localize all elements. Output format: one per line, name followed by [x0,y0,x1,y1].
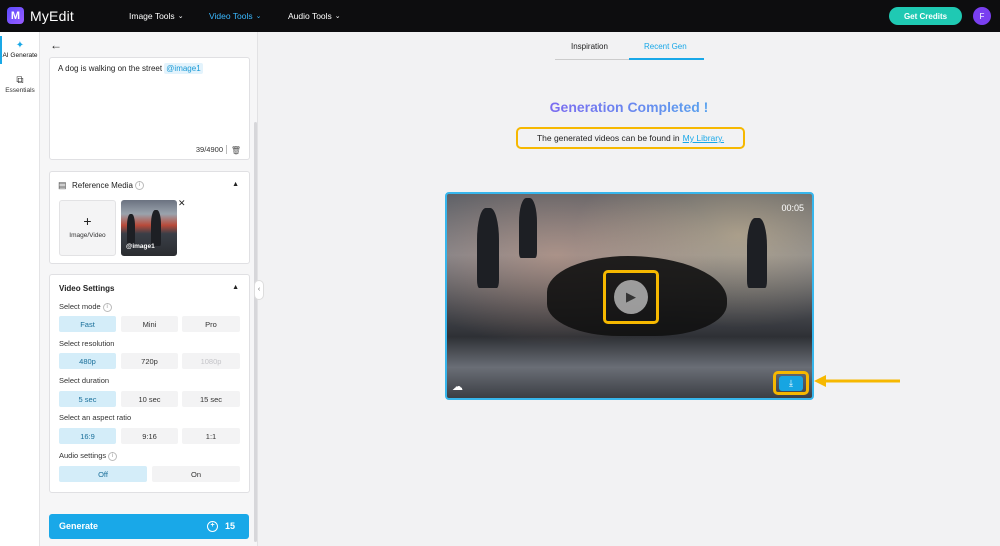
chevron-down-icon: ⌄ [177,13,184,20]
prompt-text: A dog is walking on the street @image1 [58,63,203,74]
rail-item-essentials[interactable]: ⧉ Essentials [0,75,40,94]
active-tab-indicator [629,58,704,60]
divider [226,145,227,154]
person-silhouette [151,210,161,246]
generated-video-player[interactable]: 00:05 ▶ ☁ ⤓ [445,192,814,400]
collapse-panel-handle[interactable]: ‹ [254,280,264,300]
image-icon: ▤ [58,180,67,190]
credit-coin-icon: + [207,521,218,532]
reference-thumbnail[interactable]: @image1 [121,200,177,256]
select-aspect-ratio-label: Select an aspect ratio [59,413,132,422]
download-icon[interactable]: ⤓ [779,376,803,391]
collapse-caret-icon[interactable]: ▲ [232,181,239,188]
video-settings-card: Video Settings ▲ Select mode i Fast Mini … [49,274,250,493]
page-title: Generation Completed ! [0,99,1000,115]
mode-pro[interactable]: Pro [182,316,240,332]
prompt-text-body: A dog is walking on the street [58,64,165,73]
chevron-down-icon: ⌄ [334,13,341,20]
ratio-16-9[interactable]: 16:9 [59,428,116,444]
person-silhouette [477,208,499,288]
info-icon[interactable]: i [108,451,118,461]
select-mode-label-text: Select mode [59,302,101,311]
generate-cost: 15 [225,521,236,531]
reference-media-card: ▤ Reference Media i ▲ + Image/Video @imag… [49,171,250,264]
duration-5-sec[interactable]: 5 sec [59,391,116,407]
video-duration: 00:05 [781,203,804,213]
tab-recent-gen[interactable]: Recent Gen [644,42,687,51]
reference-media-title: Reference Media i [72,181,144,191]
top-bar: M MyEdit Image Tools ⌄ Video Tools ⌄ Aud… [0,0,1000,32]
select-duration-label: Select duration [59,376,110,385]
cloud-check-icon[interactable]: ☁ [452,380,463,393]
person-silhouette [127,214,135,244]
nav-video-tools-label: Video Tools [209,11,253,21]
audio-settings-label: Audio settings i [59,451,118,461]
back-arrow-icon[interactable]: ← [50,38,62,52]
resolution-720p[interactable]: 720p [121,353,178,369]
upload-media-label: Image/Video [69,232,106,239]
result-tabs: Inspiration Recent Gen [555,38,704,60]
reference-media-title-text: Reference Media [72,181,133,190]
squares-icon: ⧉ [16,75,24,86]
pointer-arrow-icon [814,375,900,387]
resolution-480p[interactable]: 480p [59,353,116,369]
get-credits-button[interactable]: Get Credits [889,7,962,25]
download-highlight: ⤓ [773,371,809,395]
duration-10-sec[interactable]: 10 sec [121,391,178,407]
generate-button[interactable]: Generate + 15 [49,514,249,539]
ratio-9-16[interactable]: 9:16 [121,428,178,444]
duration-15-sec[interactable]: 15 sec [182,391,240,407]
nav-video-tools[interactable]: Video Tools ⌄ [209,11,262,21]
generate-label: Generate [59,521,99,531]
brand-name[interactable]: MyEdit [30,8,74,24]
nav-image-tools-label: Image Tools [129,11,175,21]
audio-off[interactable]: Off [59,466,147,482]
rail-item-label: AI Generate [2,52,38,59]
panel-scrollbar[interactable] [254,122,257,542]
person-silhouette [747,218,767,288]
chevron-down-icon: ⌄ [255,13,262,20]
trash-icon[interactable]: 🗑 [231,146,241,155]
resolution-1080p: 1080p [182,353,240,369]
mode-mini[interactable]: Mini [121,316,178,332]
play-icon[interactable]: ▶ [614,280,648,314]
plus-icon: + [83,213,92,229]
notice-text: The generated videos can be found in [536,133,680,143]
nav-audio-tools-label: Audio Tools [288,11,332,21]
info-icon[interactable]: i [134,181,144,191]
upload-media-button[interactable]: + Image/Video [59,200,116,256]
select-resolution-label: Select resolution [59,339,115,348]
prompt-image-tag[interactable]: @image1 [164,63,203,74]
collapse-caret-icon[interactable]: ▲ [232,284,239,291]
person-silhouette [519,198,537,258]
library-notice: The generated videos can be found in My … [516,127,745,149]
mode-fast[interactable]: Fast [59,316,116,332]
rail-item-label: Essentials [5,87,35,94]
character-counter: 39/4900 [195,145,223,154]
ratio-1-1[interactable]: 1:1 [182,428,240,444]
play-highlight: ▶ [603,270,659,324]
thumbnail-tag: @image1 [126,243,155,250]
avatar[interactable]: F [973,7,991,25]
rail-item-ai-generate[interactable]: ✦ AI Generate [0,36,40,64]
nav-audio-tools[interactable]: Audio Tools ⌄ [288,11,341,21]
myedit-logo-icon[interactable]: M [7,7,24,24]
my-library-link[interactable]: My Library. [683,133,724,143]
tab-inspiration[interactable]: Inspiration [571,42,608,51]
select-mode-label: Select mode i [59,302,112,312]
info-icon[interactable]: i [102,302,112,312]
nav-image-tools[interactable]: Image Tools ⌄ [129,11,184,21]
magic-wand-icon: ✦ [15,40,25,51]
audio-on[interactable]: On [152,466,240,482]
generation-completed-heading: Generation Completed ! [549,99,709,115]
video-settings-title: Video Settings [59,284,115,293]
audio-settings-label-text: Audio settings [59,451,107,460]
remove-thumbnail-icon[interactable]: ✕ [178,198,186,209]
